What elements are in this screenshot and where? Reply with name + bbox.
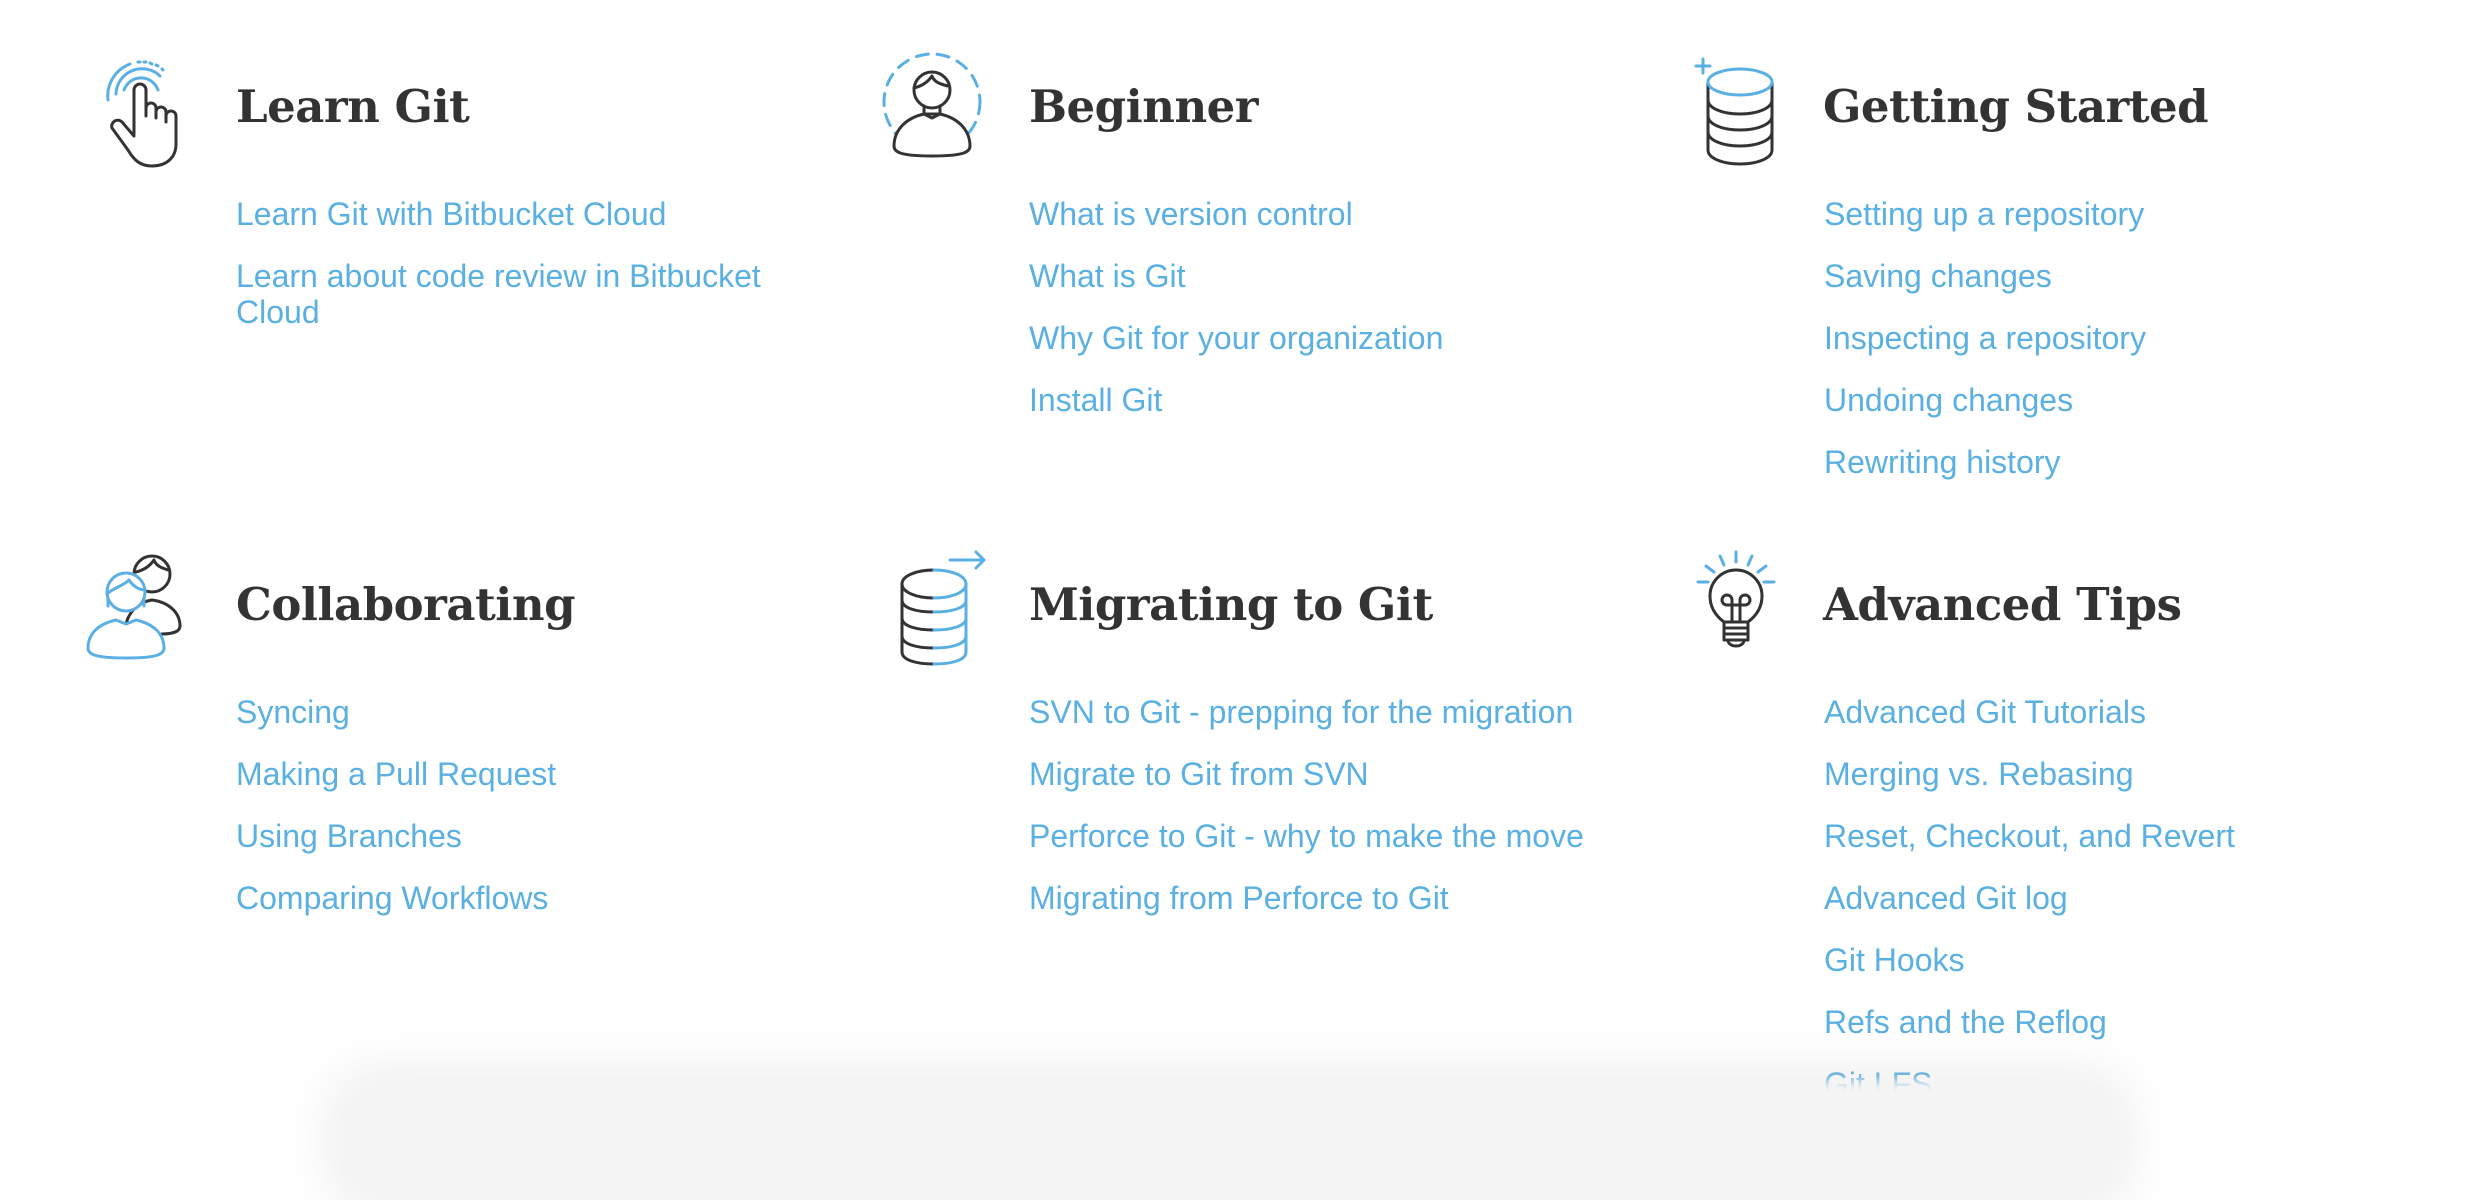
list-item: Using Branches [236,818,556,880]
link-git-hooks[interactable]: Git Hooks [1824,942,1964,978]
link-comparing-workflows[interactable]: Comparing Workflows [236,880,548,916]
list-item: Reset, Checkout, and Revert [1824,818,2235,880]
link-advanced-git-tutorials[interactable]: Advanced Git Tutorials [1824,694,2146,730]
link-list: SVN to Git - prepping for the migration … [1029,694,1584,942]
list-item: Making a Pull Request [236,756,556,818]
list-item: Migrating from Perforce to Git [1029,880,1584,942]
link-list: Setting up a repository Saving changes I… [1824,196,2146,506]
database-migrate-icon [880,548,1000,668]
link-advanced-git-log[interactable]: Advanced Git log [1824,880,2068,916]
link-rewriting-history[interactable]: Rewriting history [1824,444,2061,480]
tap-hand-icon [86,50,206,170]
list-item: Migrate to Git from SVN [1029,756,1584,818]
list-item: What is Git [1029,258,1443,320]
list-item: Install Git [1029,382,1443,444]
section-title: Collaborating [236,578,576,631]
list-item: What is version control [1029,196,1443,258]
link-learn-about-code-review[interactable]: Learn about code review in Bitbucket Clo… [236,258,776,330]
link-merging-vs-rebasing[interactable]: Merging vs. Rebasing [1824,756,2133,792]
list-item: Advanced Git log [1824,880,2235,942]
link-setting-up-a-repository[interactable]: Setting up a repository [1824,196,2144,232]
bottom-card-shadow [340,1080,2120,1200]
section-title: Getting Started [1823,80,2209,133]
list-item: Syncing [236,694,556,756]
link-using-branches[interactable]: Using Branches [236,818,462,854]
link-undoing-changes[interactable]: Undoing changes [1824,382,2073,418]
list-item: SVN to Git - prepping for the migration [1029,694,1584,756]
list-item: Perforce to Git - why to make the move [1029,818,1584,880]
list-item: Rewriting history [1824,444,2146,506]
list-item: Why Git for your organization [1029,320,1443,382]
link-install-git[interactable]: Install Git [1029,382,1162,418]
link-list: Learn Git with Bitbucket Cloud Learn abo… [236,196,776,363]
link-svn-to-git-prepping[interactable]: SVN to Git - prepping for the migration [1029,694,1573,730]
lightbulb-icon [1690,548,1810,668]
list-item: Comparing Workflows [236,880,556,942]
link-migrating-from-perforce[interactable]: Migrating from Perforce to Git [1029,880,1449,916]
list-item: Setting up a repository [1824,196,2146,258]
list-item: Inspecting a repository [1824,320,2146,382]
list-item: Learn Git with Bitbucket Cloud [236,196,776,258]
link-what-is-version-control[interactable]: What is version control [1029,196,1353,232]
list-item: Merging vs. Rebasing [1824,756,2235,818]
list-item: Advanced Git Tutorials [1824,694,2235,756]
link-perforce-to-git-why[interactable]: Perforce to Git - why to make the move [1029,818,1584,854]
link-learn-git-with-bitbucket-cloud[interactable]: Learn Git with Bitbucket Cloud [236,196,666,232]
link-inspecting-a-repository[interactable]: Inspecting a repository [1824,320,2146,356]
link-reset-checkout-revert[interactable]: Reset, Checkout, and Revert [1824,818,2235,854]
list-item: Saving changes [1824,258,2146,320]
link-making-a-pull-request[interactable]: Making a Pull Request [236,756,556,792]
list-item: Learn about code review in Bitbucket Clo… [236,258,776,337]
list-item: Git Hooks [1824,942,2235,1004]
link-migrate-to-git-from-svn[interactable]: Migrate to Git from SVN [1029,756,1369,792]
two-users-icon [86,548,206,668]
link-what-is-git[interactable]: What is Git [1029,258,1185,294]
list-item: Undoing changes [1824,382,2146,444]
section-title: Learn Git [236,80,470,133]
section-title: Advanced Tips [1823,578,2182,631]
list-item: Refs and the Reflog [1824,1004,2235,1066]
link-refs-and-the-reflog[interactable]: Refs and the Reflog [1824,1004,2107,1040]
link-syncing[interactable]: Syncing [236,694,350,730]
link-list: What is version control What is Git Why … [1029,196,1443,444]
link-list: Advanced Git Tutorials Merging vs. Rebas… [1824,694,2235,1128]
section-title: Beginner [1029,80,1259,133]
user-avatar-icon [880,50,1000,170]
section-title: Migrating to Git [1029,578,1433,631]
link-why-git-for-your-organization[interactable]: Why Git for your organization [1029,320,1443,356]
link-list: Syncing Making a Pull Request Using Bran… [236,694,556,942]
database-add-icon [1690,50,1810,170]
link-saving-changes[interactable]: Saving changes [1824,258,2052,294]
